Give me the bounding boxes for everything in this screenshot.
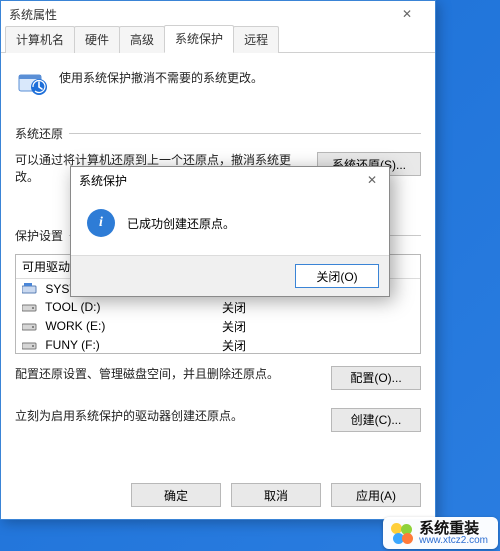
drive-row[interactable]: FUNY (F:) 关闭 bbox=[16, 336, 420, 354]
tab-computer-name[interactable]: 计算机名 bbox=[5, 26, 75, 53]
window-titlebar[interactable]: 系统属性 ✕ bbox=[1, 1, 435, 27]
configure-button[interactable]: 配置(O)... bbox=[331, 366, 421, 390]
group-label-settings: 保护设置 bbox=[15, 227, 63, 244]
watermark: 系统重装 www.xtcz2.com bbox=[383, 517, 498, 549]
drive-status: 关闭 bbox=[216, 299, 336, 316]
close-icon[interactable]: ✕ bbox=[363, 173, 381, 187]
drive-name: FUNY (F:) bbox=[45, 338, 99, 352]
drive-icon bbox=[22, 283, 38, 295]
tab-advanced[interactable]: 高级 bbox=[119, 26, 165, 53]
info-icon: i bbox=[87, 209, 115, 237]
message-box: 系统保护 ✕ i 已成功创建还原点。 关闭(O) bbox=[70, 166, 390, 297]
system-protection-icon bbox=[15, 65, 49, 99]
drive-name: WORK (E:) bbox=[45, 319, 105, 333]
ok-button[interactable]: 确定 bbox=[131, 483, 221, 507]
close-icon[interactable]: ✕ bbox=[387, 2, 427, 26]
drive-status: 关闭 bbox=[216, 337, 336, 354]
drive-icon bbox=[22, 339, 38, 351]
drive-status: 关闭 bbox=[216, 318, 336, 335]
group-system-restore: 系统还原 bbox=[15, 125, 421, 142]
message-titlebar[interactable]: 系统保护 ✕ bbox=[71, 167, 389, 193]
cancel-button[interactable]: 取消 bbox=[231, 483, 321, 507]
apply-button[interactable]: 应用(A) bbox=[331, 483, 421, 507]
configure-description: 配置还原设置、管理磁盘空间，并且删除还原点。 bbox=[15, 366, 323, 383]
group-label-restore: 系统还原 bbox=[15, 125, 63, 142]
drive-row[interactable]: WORK (E:) 关闭 bbox=[16, 317, 420, 336]
tab-system-protection[interactable]: 系统保护 bbox=[164, 25, 234, 53]
message-close-button[interactable]: 关闭(O) bbox=[295, 264, 379, 288]
create-description: 立刻为启用系统保护的驱动器创建还原点。 bbox=[15, 408, 323, 425]
tab-remote[interactable]: 远程 bbox=[233, 26, 279, 53]
intro-text: 使用系统保护撤消不需要的系统更改。 bbox=[59, 69, 263, 86]
drive-icon bbox=[22, 320, 38, 332]
window-title: 系统属性 bbox=[9, 6, 57, 23]
drive-row[interactable]: TOOL (D:) 关闭 bbox=[16, 298, 420, 317]
drive-name: TOOL (D:) bbox=[45, 300, 100, 314]
create-button[interactable]: 创建(C)... bbox=[331, 408, 421, 432]
message-text: 已成功创建还原点。 bbox=[127, 215, 235, 232]
watermark-logo-icon bbox=[391, 523, 413, 545]
tab-strip: 计算机名 硬件 高级 系统保护 远程 bbox=[1, 27, 435, 53]
watermark-name: 系统重装 bbox=[419, 521, 488, 536]
tab-hardware[interactable]: 硬件 bbox=[74, 26, 120, 53]
drive-icon bbox=[22, 301, 38, 313]
message-title: 系统保护 bbox=[79, 172, 127, 189]
watermark-url: www.xtcz2.com bbox=[419, 536, 488, 546]
dialog-footer: 确定 取消 应用(A) bbox=[131, 483, 421, 507]
